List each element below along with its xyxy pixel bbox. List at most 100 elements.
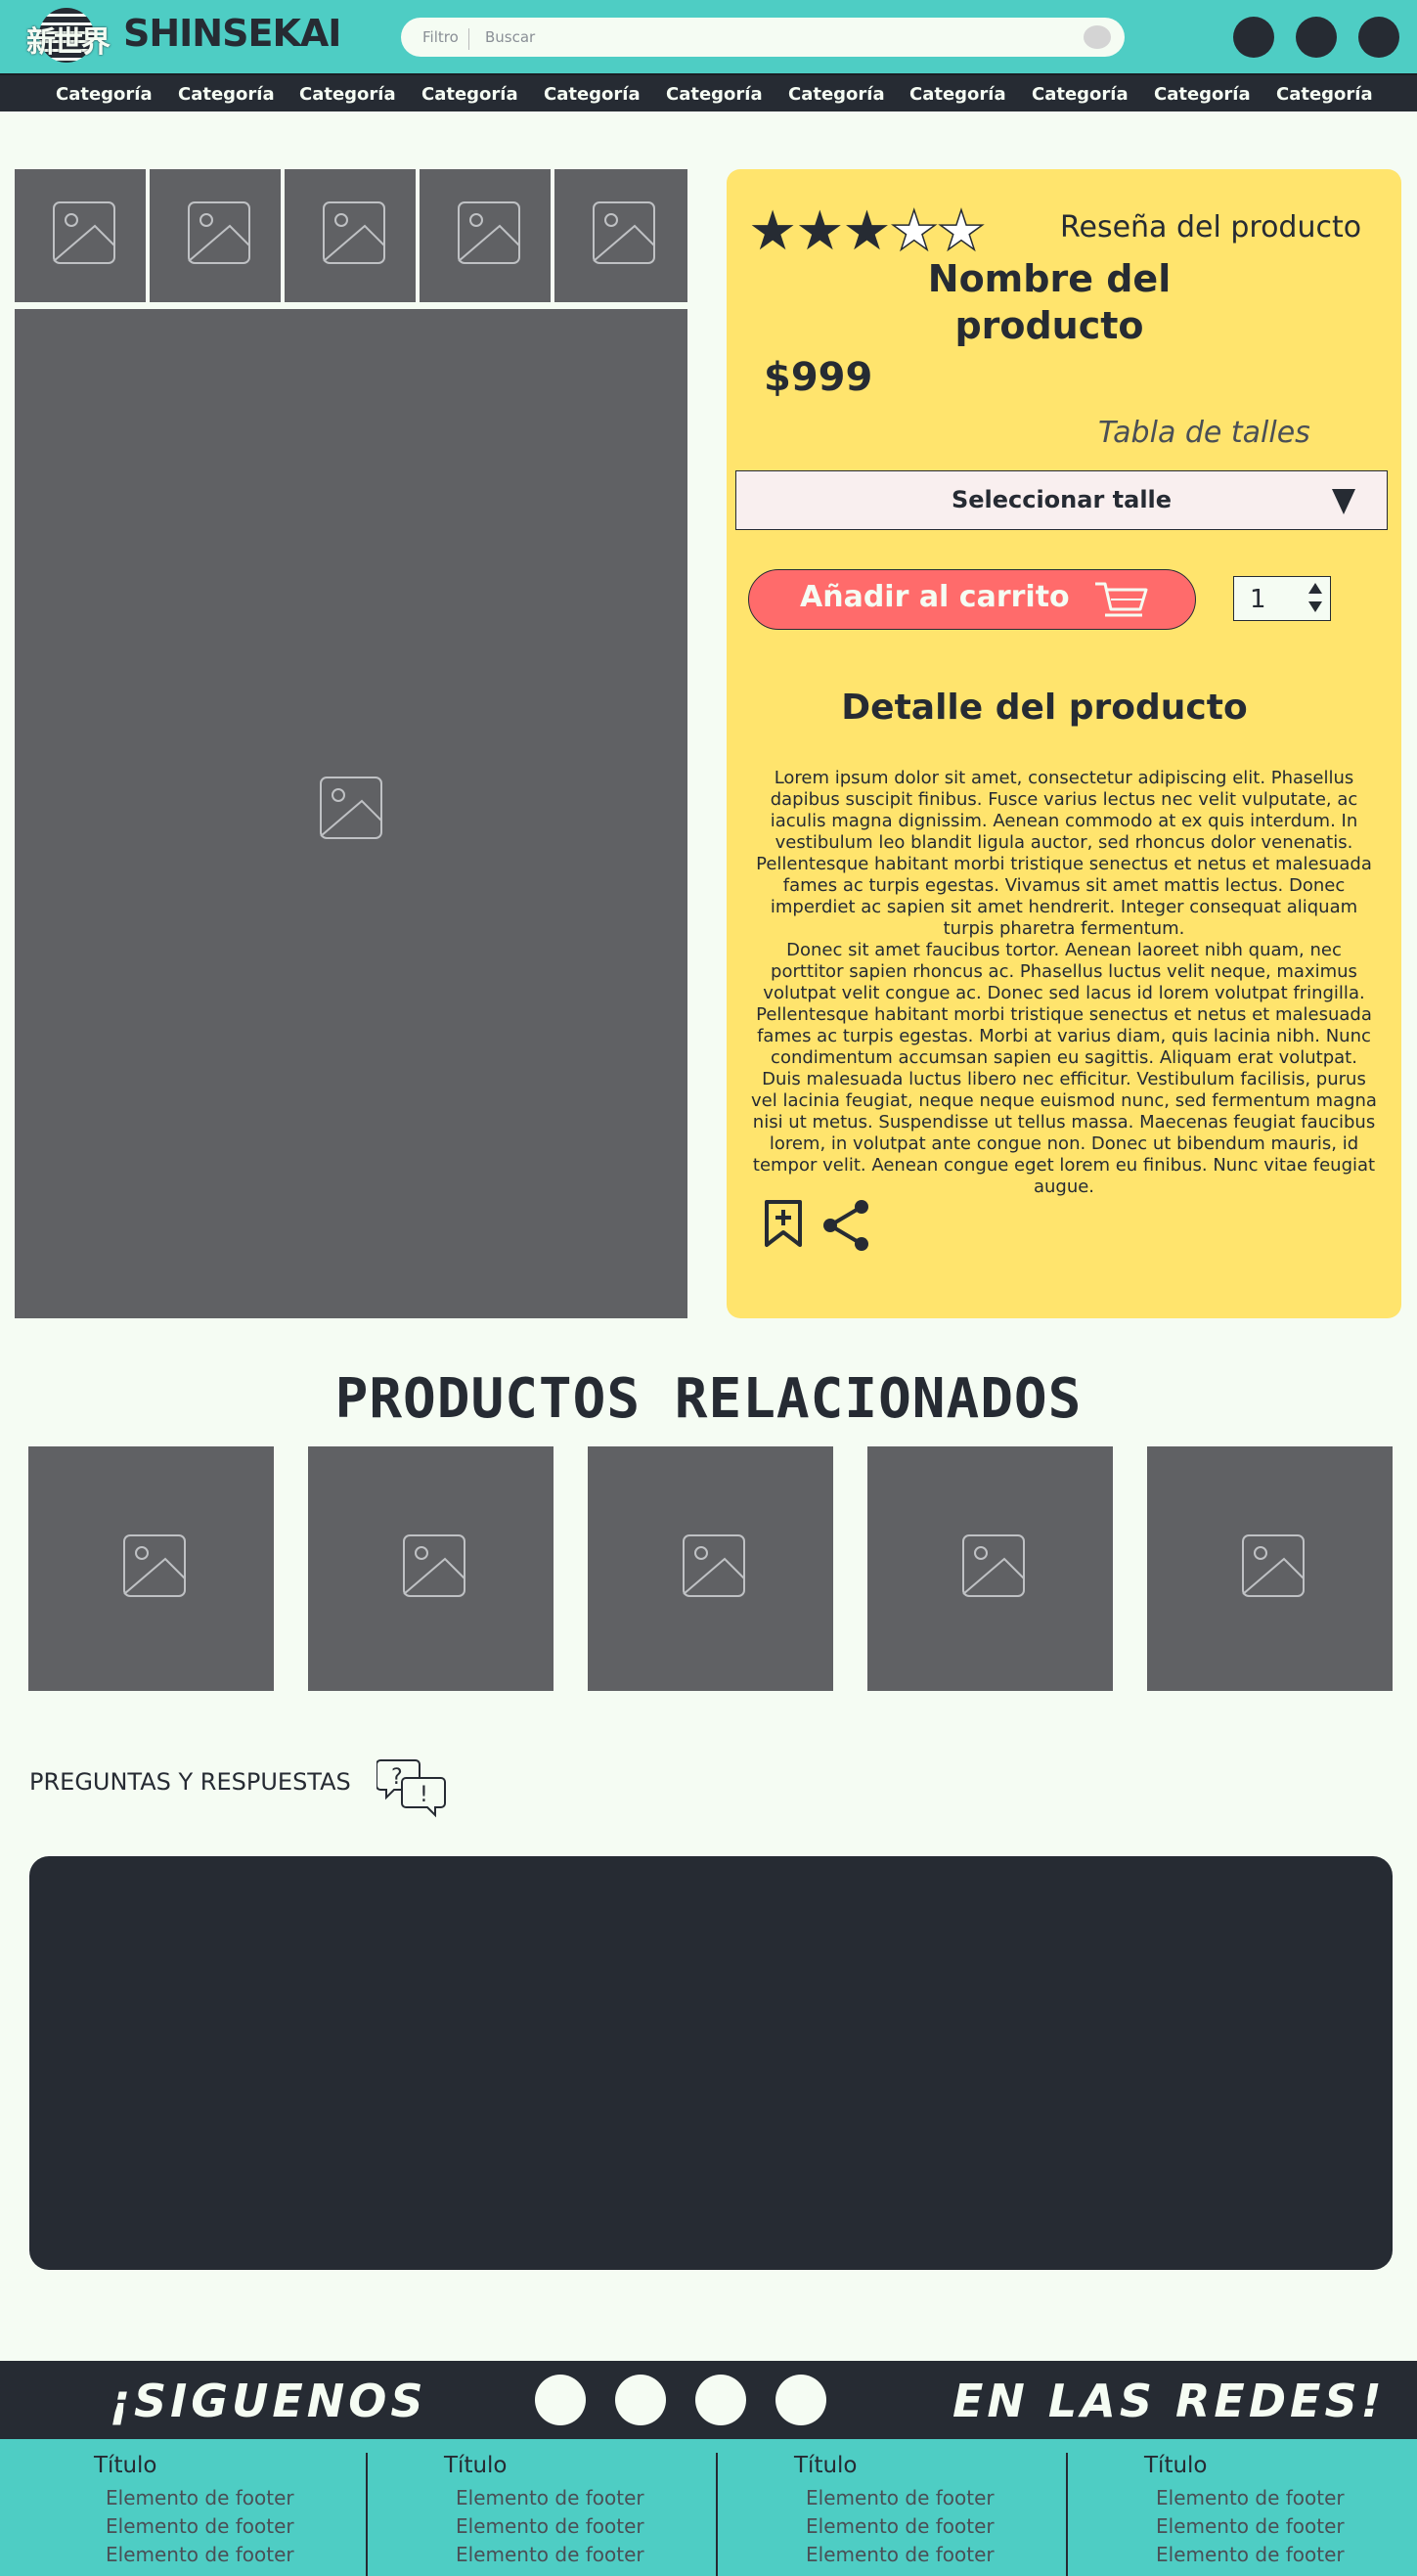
footer-divider — [366, 2453, 368, 2576]
nav-category[interactable]: Categoría — [178, 84, 275, 105]
main-product-image[interactable] — [15, 309, 687, 1318]
rating-stars[interactable]: ★★★★★ — [748, 203, 987, 260]
header-icon-button-2[interactable] — [1296, 17, 1337, 58]
footer-column-title: Título — [444, 2453, 508, 2478]
social-strip: ¡SIGUENOS EN LAS REDES! — [0, 2361, 1417, 2439]
share-icon[interactable] — [820, 1199, 871, 1252]
gallery-thumbnail[interactable] — [150, 169, 281, 302]
bookmark-add-icon[interactable] — [764, 1199, 803, 1248]
related-product-card[interactable] — [867, 1446, 1113, 1691]
gallery-thumbnail[interactable] — [554, 169, 687, 302]
related-product-card[interactable] — [28, 1446, 274, 1691]
size-select-label: Seleccionar talle — [951, 486, 1173, 513]
social-left-text: ¡SIGUENOS — [110, 2375, 427, 2427]
footer-column: Título Elemento de footer Elemento de fo… — [444, 2453, 644, 2569]
star-icon: ★ — [748, 200, 797, 263]
footer-link[interactable]: Elemento de footer — [106, 2484, 294, 2512]
detail-title: Detalle del producto — [841, 688, 1248, 728]
nav-category[interactable]: Categoría — [56, 84, 153, 105]
search-button[interactable] — [1084, 25, 1111, 49]
nav-category[interactable]: Categoría — [299, 84, 396, 105]
nav-category[interactable]: Categoría — [909, 84, 1006, 105]
social-icon[interactable] — [775, 2375, 826, 2425]
qa-answer-glyph: ! — [420, 1783, 428, 1807]
footer-column-title: Título — [94, 2453, 157, 2478]
category-nav: Categoría Categoría Categoría Categoría … — [0, 73, 1417, 111]
nav-category[interactable]: Categoría — [421, 84, 518, 105]
image-placeholder-icon — [323, 201, 385, 264]
related-products-title: PRODUCTOS RELACIONADOS — [334, 1367, 1083, 1431]
product-info-panel: ★★★★★ Reseña del producto Nombre del pro… — [727, 169, 1401, 1318]
image-placeholder-icon — [320, 777, 382, 839]
review-link[interactable]: Reseña del producto — [1060, 210, 1361, 244]
footer-link[interactable]: Elemento de footer — [1156, 2541, 1345, 2569]
related-product-card[interactable] — [1147, 1446, 1393, 1691]
add-to-cart-label: Añadir al carrito — [800, 580, 1070, 614]
search-bar: Filtro — [401, 18, 1125, 57]
social-icon[interactable] — [615, 2375, 666, 2425]
image-placeholder-icon — [458, 201, 520, 264]
add-to-cart-button[interactable]: Añadir al carrito — [748, 569, 1196, 630]
nav-category[interactable]: Categoría — [1276, 84, 1373, 105]
footer-column: Título Elemento de footer Elemento de fo… — [94, 2453, 294, 2569]
product-name: Nombre del producto — [927, 257, 1172, 347]
decrement-arrow-icon[interactable] — [1308, 601, 1322, 612]
footer-link[interactable]: Elemento de footer — [106, 2541, 294, 2569]
image-placeholder-icon — [1242, 1534, 1305, 1597]
nav-category[interactable]: Categoría — [666, 84, 763, 105]
nav-category[interactable]: Categoría — [1154, 84, 1251, 105]
header: 新世界 SHINSEKAI Filtro — [0, 0, 1417, 73]
gallery-thumbnail[interactable] — [285, 169, 416, 302]
star-icon: ★ — [889, 200, 940, 263]
social-right-text: EN LAS REDES! — [952, 2375, 1386, 2427]
size-table-link[interactable]: Tabla de talles — [1098, 416, 1310, 450]
header-icon-button-3[interactable] — [1358, 17, 1399, 58]
star-icon: ★ — [842, 200, 891, 263]
footer-link[interactable]: Elemento de footer — [106, 2512, 294, 2541]
quantity-stepper[interactable]: 1 — [1233, 576, 1331, 621]
footer-link[interactable]: Elemento de footer — [806, 2541, 995, 2569]
gallery-thumbnail[interactable] — [15, 169, 146, 302]
image-placeholder-icon — [403, 1534, 465, 1597]
product-price: $999 — [764, 355, 873, 400]
image-placeholder-icon — [683, 1534, 745, 1597]
related-product-card[interactable] — [588, 1446, 833, 1691]
footer-link[interactable]: Elemento de footer — [1156, 2512, 1345, 2541]
star-icon: ★ — [795, 200, 844, 263]
cart-icon — [1095, 582, 1148, 617]
qa-question-glyph: ? — [391, 1765, 403, 1790]
increment-arrow-icon[interactable] — [1308, 583, 1322, 594]
footer-divider — [1066, 2453, 1068, 2576]
related-product-card[interactable] — [308, 1446, 554, 1691]
brand-name[interactable]: SHINSEKAI — [123, 12, 341, 55]
qa-content-box — [29, 1856, 1393, 2270]
footer-divider — [716, 2453, 718, 2576]
dropdown-arrow-icon — [1332, 489, 1355, 514]
nav-category[interactable]: Categoría — [1032, 84, 1129, 105]
qa-title: PREGUNTAS Y RESPUESTAS — [29, 1768, 351, 1796]
image-placeholder-icon — [962, 1534, 1025, 1597]
nav-category[interactable]: Categoría — [544, 84, 641, 105]
footer-link[interactable]: Elemento de footer — [456, 2484, 644, 2512]
social-icon[interactable] — [695, 2375, 746, 2425]
nav-category[interactable]: Categoría — [788, 84, 885, 105]
footer-link[interactable]: Elemento de footer — [456, 2541, 644, 2569]
detail-paragraph: Lorem ipsum dolor sit amet, consectetur … — [756, 768, 1372, 939]
logo[interactable]: 新世界 — [25, 6, 111, 65]
footer-link[interactable]: Elemento de footer — [806, 2484, 995, 2512]
footer-link[interactable]: Elemento de footer — [456, 2512, 644, 2541]
qa-chat-icon: ? ! — [376, 1759, 446, 1818]
footer-column: Título Elemento de footer Elemento de fo… — [1144, 2453, 1345, 2569]
image-placeholder-icon — [188, 201, 250, 264]
header-icon-button-1[interactable] — [1233, 17, 1274, 58]
search-filter[interactable]: Filtro — [422, 28, 469, 50]
search-input[interactable] — [485, 23, 1062, 51]
size-select[interactable]: Seleccionar talle — [735, 470, 1388, 530]
footer-link[interactable]: Elemento de footer — [806, 2512, 995, 2541]
social-icon[interactable] — [535, 2375, 586, 2425]
logo-kanji: 新世界 — [26, 25, 111, 60]
footer-link[interactable]: Elemento de footer — [1156, 2484, 1345, 2512]
gallery-thumbnail[interactable] — [420, 169, 551, 302]
image-placeholder-icon — [53, 201, 115, 264]
quantity-value: 1 — [1250, 585, 1266, 614]
